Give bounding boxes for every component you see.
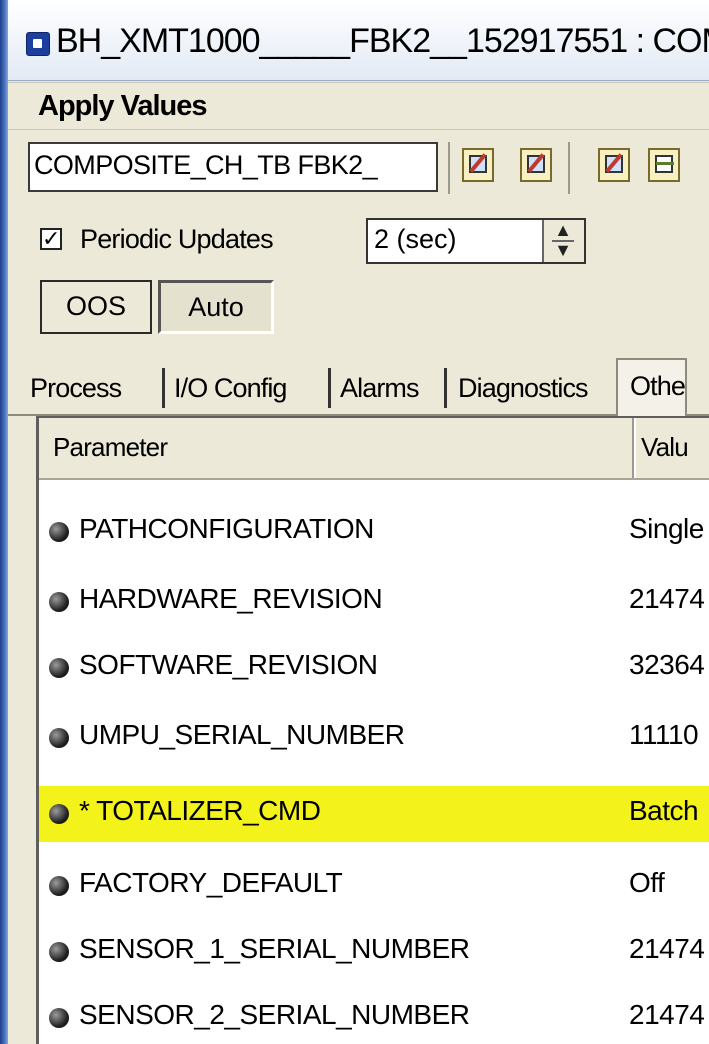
tab-separator [162, 368, 165, 408]
title-bar[interactable]: BH_XMT1000_____FBK2__152917551 : COM [8, 0, 709, 81]
toolbar: COMPOSITE_CH_TB FBK2_ [8, 130, 709, 208]
column-header-value[interactable]: Valu [641, 432, 689, 463]
table-row[interactable]: SOFTWARE_REVISION 32364 [39, 640, 709, 696]
bullet-icon [49, 876, 69, 896]
table-row[interactable]: PATHCONFIGURATION Single [39, 504, 709, 560]
spin-up-icon[interactable]: ▲ [552, 221, 574, 242]
edit-active-icon[interactable] [520, 148, 552, 182]
tab-separator [444, 368, 447, 408]
bullet-icon [49, 942, 69, 962]
bullet-icon [49, 804, 69, 824]
parameter-name: SOFTWARE_REVISION [79, 649, 378, 680]
parameter-name: SENSOR_2_SERIAL_NUMBER [79, 999, 470, 1030]
parameter-name: SENSOR_1_SERIAL_NUMBER [79, 933, 470, 964]
update-interval-spinner[interactable]: 2 (sec) ▲ ▼ [366, 218, 586, 264]
grid-icon[interactable] [648, 148, 680, 182]
block-selector-value: COMPOSITE_CH_TB FBK2_ [34, 150, 378, 180]
bullet-icon [49, 522, 69, 542]
bullet-icon [49, 658, 69, 678]
column-header-parameter[interactable]: Parameter [53, 432, 168, 463]
periodic-updates-label: Periodic Updates [80, 224, 274, 254]
tab-io-config[interactable]: I/O Config [174, 362, 287, 414]
parameter-value: 21474 [629, 999, 705, 1030]
oos-button[interactable]: OOS [40, 280, 152, 334]
mode-row: OOS Auto [8, 280, 709, 340]
parameter-value: Batch [629, 795, 699, 826]
parameter-name: PATHCONFIGURATION [79, 513, 374, 544]
table-row[interactable]: SENSOR_2_SERIAL_NUMBER 21474 [39, 990, 709, 1044]
table-row[interactable]: SENSOR_1_SERIAL_NUMBER 21474 [39, 924, 709, 980]
tab-strip: Process I/O Config Alarms Diagnostics Ot… [8, 358, 709, 418]
table-row[interactable]: HARDWARE_REVISION 21474 [39, 574, 709, 630]
window-frame-left [0, 0, 8, 1044]
tab-diagnostics[interactable]: Diagnostics [458, 362, 589, 414]
parameter-name: * TOTALIZER_CMD [79, 795, 321, 826]
parameter-value: Off [629, 867, 665, 898]
toolbar-separator [448, 142, 450, 194]
bullet-icon [49, 728, 69, 748]
parameter-name: HARDWARE_REVISION [79, 583, 383, 614]
table-row[interactable]: UMPU_SERIAL_NUMBER 11110 [39, 710, 709, 766]
toolbar-separator [568, 142, 570, 194]
parameter-grid: Parameter Valu PATHCONFIGURATION Single … [36, 416, 709, 1044]
periodic-updates-checkbox[interactable]: ✓ [40, 228, 62, 250]
block-selector[interactable]: COMPOSITE_CH_TB FBK2_ [28, 142, 438, 192]
spin-buttons: ▲ ▼ [542, 220, 584, 262]
parameter-value: 21474 [629, 933, 705, 964]
bullet-icon [49, 592, 69, 612]
periodic-updates-row: ✓ Periodic Updates 2 (sec) ▲ ▼ [8, 212, 709, 272]
parameter-value: 21474 [629, 583, 705, 614]
table-row-highlighted[interactable]: * TOTALIZER_CMD Batch [39, 786, 709, 842]
app-block-icon [26, 32, 50, 56]
grid-header: Parameter Valu [39, 418, 709, 480]
bullet-icon [49, 1008, 69, 1028]
spin-down-icon[interactable]: ▼ [552, 241, 574, 260]
edit-icon[interactable] [462, 148, 494, 182]
tab-separator [328, 368, 331, 408]
parameter-name: FACTORY_DEFAULT [79, 867, 343, 898]
menu-bar: Apply Values [8, 82, 709, 130]
table-row[interactable]: FACTORY_DEFAULT Off [39, 858, 709, 914]
parameter-value: 11110 [629, 719, 699, 750]
column-divider[interactable] [632, 418, 636, 478]
update-interval-value: 2 (sec) [374, 224, 457, 254]
window-title: BH_XMT1000_____FBK2__152917551 : COM [56, 22, 709, 60]
tab-other[interactable]: Othe [616, 358, 687, 418]
tab-alarms[interactable]: Alarms [340, 362, 420, 414]
tab-process[interactable]: Process [30, 362, 122, 414]
auto-button[interactable]: Auto [158, 280, 274, 334]
parameter-value: 32364 [629, 649, 705, 680]
calendar-icon[interactable] [598, 148, 630, 182]
apply-values-menu[interactable]: Apply Values [38, 90, 208, 123]
parameter-value: Single [629, 513, 704, 544]
parameter-name: UMPU_SERIAL_NUMBER [79, 719, 405, 750]
application-window: BH_XMT1000_____FBK2__152917551 : COM App… [8, 0, 709, 1044]
